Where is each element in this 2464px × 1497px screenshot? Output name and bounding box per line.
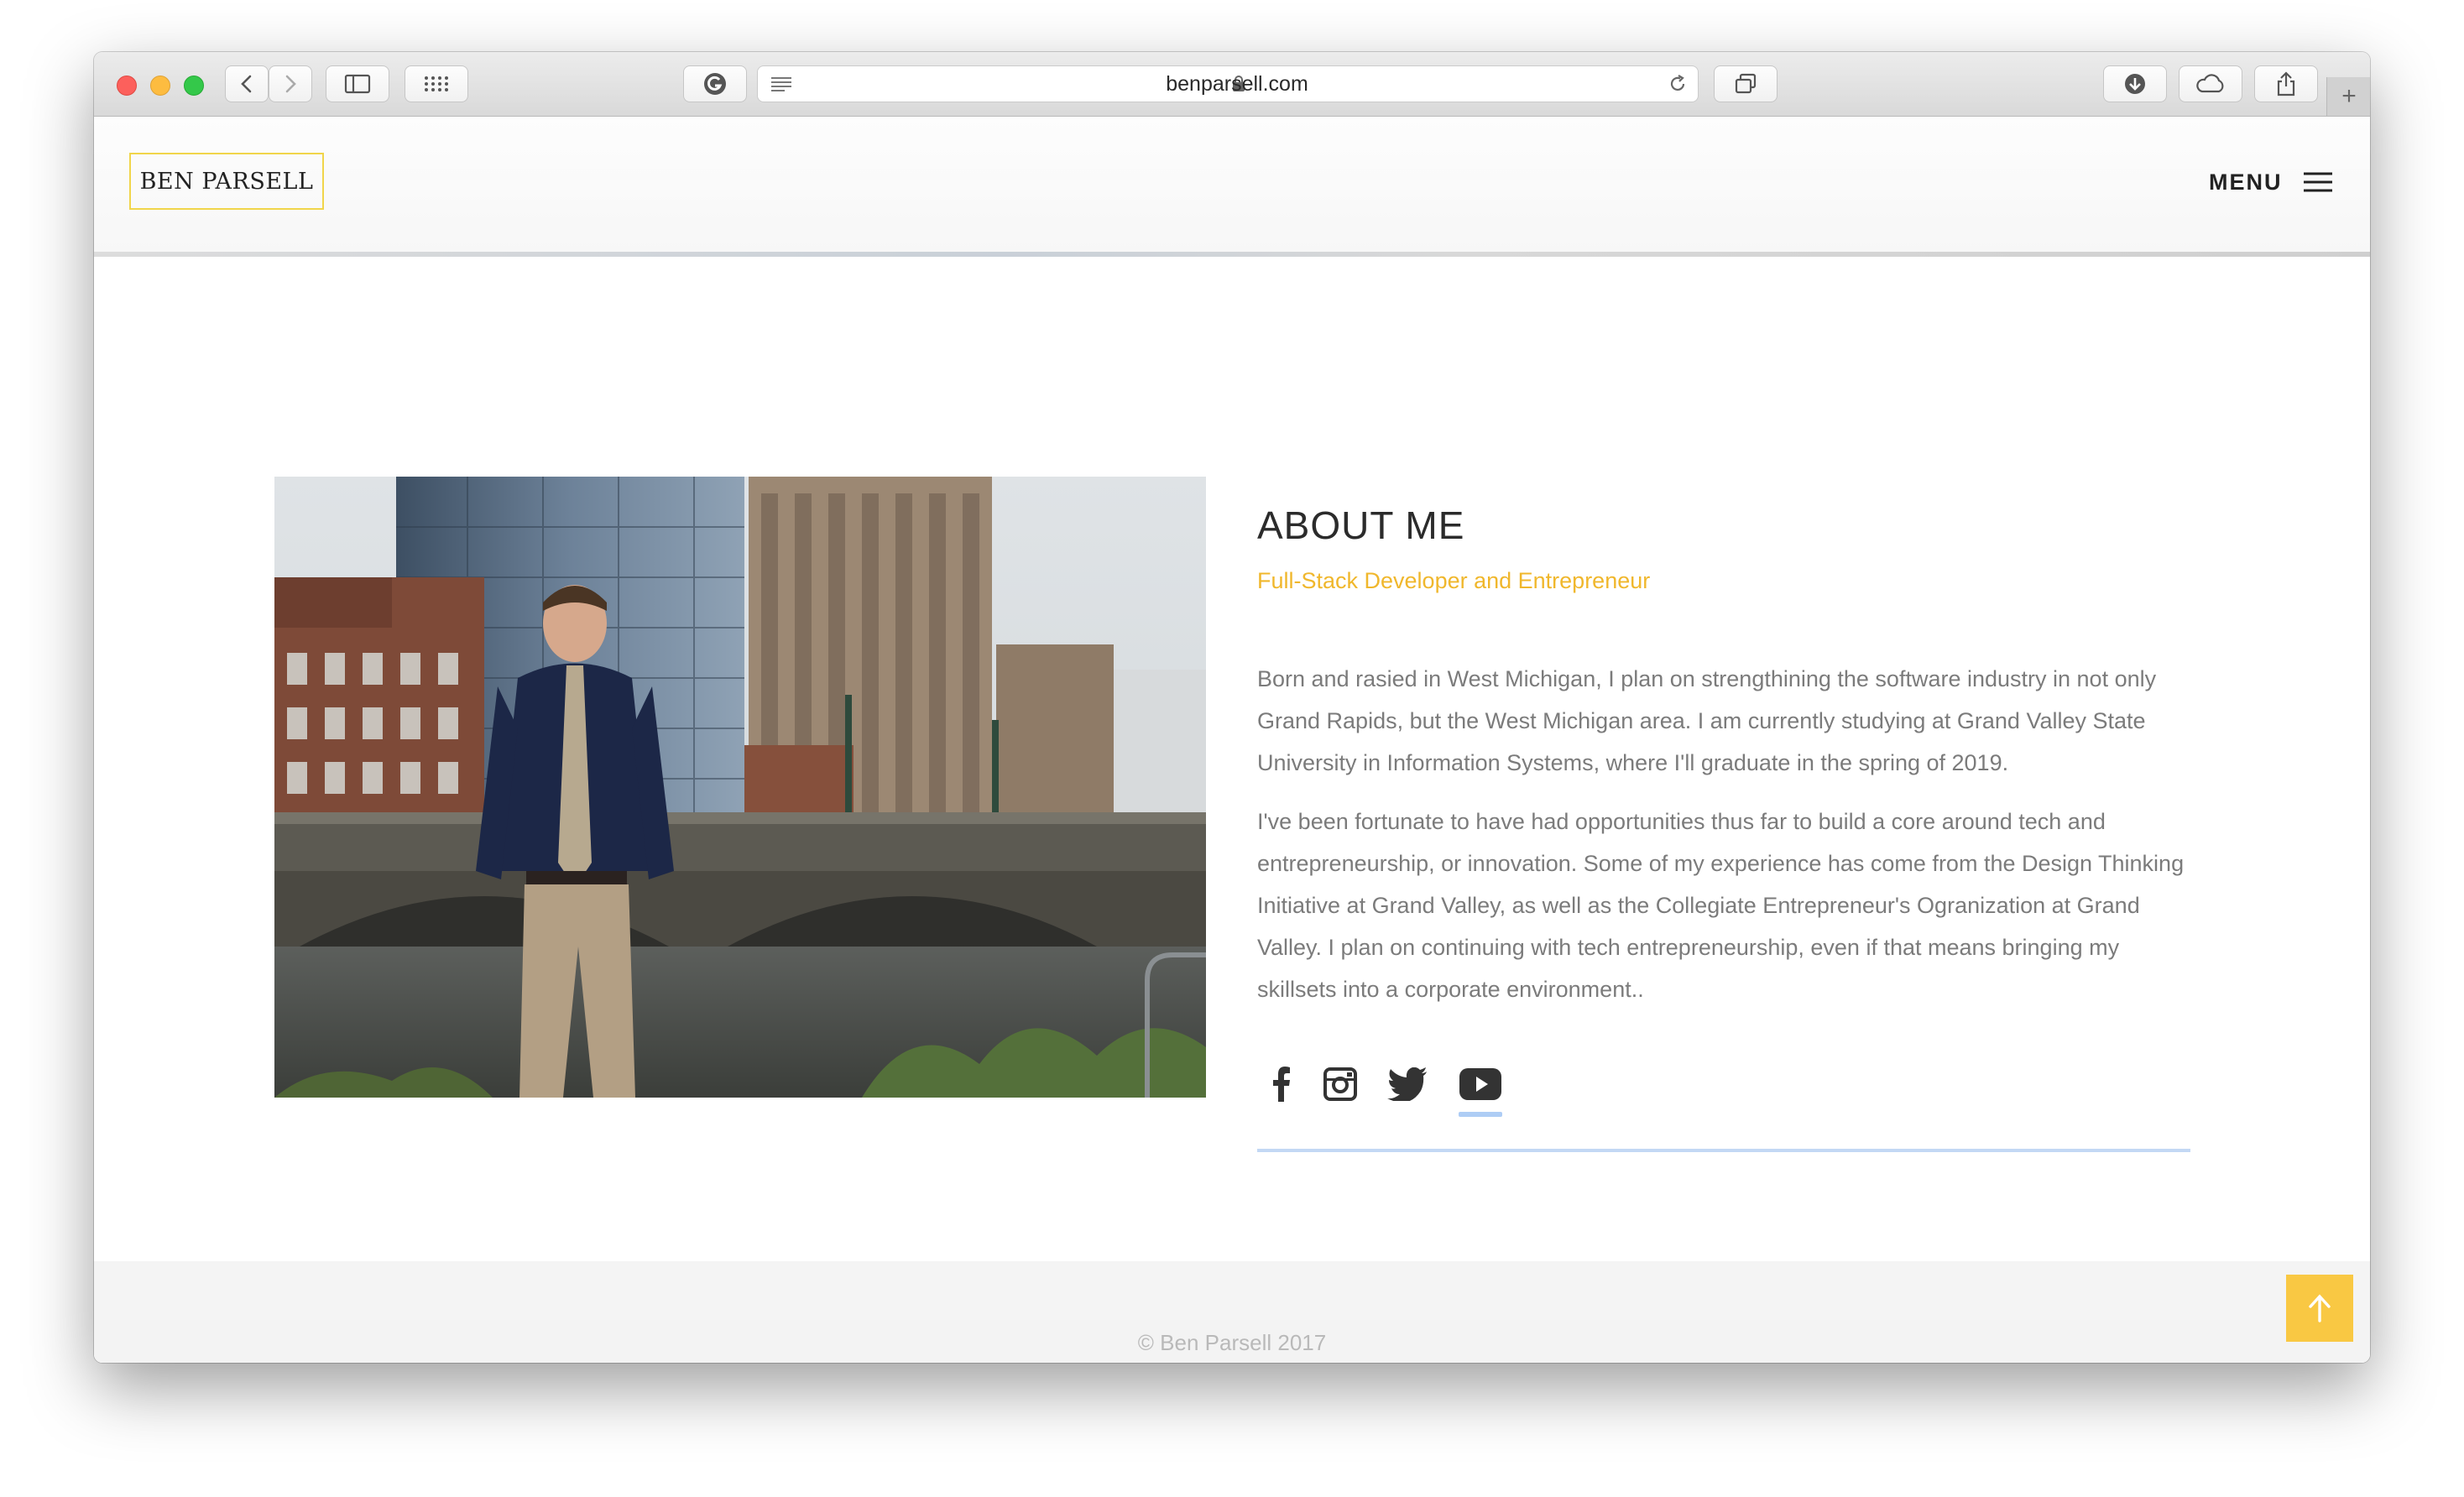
social-divider — [1257, 1149, 2190, 1152]
about-title: ABOUT ME — [1257, 503, 1465, 547]
site-logo[interactable]: BEN PARSELL — [129, 153, 324, 210]
grid-icon — [425, 76, 448, 91]
social-active-indicator — [1459, 1112, 1502, 1117]
about-section: ABOUT ME Full-Stack Developer and Entrep… — [1257, 503, 2197, 1010]
youtube-icon — [1459, 1068, 1501, 1100]
address-bar[interactable]: benparsell.com — [757, 65, 1699, 102]
profile-photo — [274, 477, 1206, 1098]
grammarly-icon — [704, 73, 726, 95]
chevron-right-icon — [285, 75, 296, 93]
new-tab-button[interactable]: + — [2326, 77, 2370, 116]
url-text: benparsell.com — [1166, 72, 1308, 96]
menu-label: MENU — [2209, 169, 2283, 195]
sidebar-icon — [344, 74, 371, 94]
web-page: BEN PARSELL MENU ABOUT ME Full-Stack Dev… — [94, 117, 2370, 1363]
download-icon — [2125, 74, 2145, 94]
site-header: BEN PARSELL MENU — [94, 117, 2370, 253]
zoom-window-button[interactable] — [184, 76, 204, 96]
share-button[interactable] — [2254, 65, 2318, 102]
instagram-link[interactable] — [1321, 1063, 1360, 1105]
footer-band — [94, 1261, 2370, 1320]
share-icon — [2277, 71, 2295, 96]
icloud-button[interactable] — [2179, 65, 2242, 102]
extension-button[interactable] — [683, 65, 747, 102]
about-subtitle: Full-Stack Developer and Entrepreneur — [1257, 568, 1651, 593]
back-button[interactable] — [225, 65, 269, 102]
reload-icon[interactable] — [1668, 74, 1688, 94]
minimize-window-button[interactable] — [150, 76, 170, 96]
sidebar-button[interactable] — [326, 65, 389, 102]
facebook-icon — [1273, 1067, 1290, 1102]
top-sites-button[interactable] — [405, 65, 468, 102]
twitter-link[interactable] — [1386, 1063, 1428, 1105]
scroll-to-top-button[interactable] — [2286, 1275, 2353, 1342]
facebook-link[interactable] — [1269, 1063, 1294, 1105]
chevron-left-icon — [241, 75, 252, 93]
downloads-button[interactable] — [2103, 65, 2167, 102]
instagram-icon — [1323, 1067, 1357, 1101]
youtube-link[interactable] — [1457, 1063, 1504, 1105]
hamburger-icon — [2303, 172, 2332, 192]
about-paragraph-1: Born and rasied in West Michigan, I plan… — [1257, 666, 2157, 775]
tabs-icon — [1735, 73, 1757, 94]
forward-button[interactable] — [269, 65, 312, 102]
menu-button[interactable]: MENU — [2209, 165, 2333, 199]
about-paragraph-2: I've been fortunate to have had opportun… — [1257, 809, 2185, 1002]
browser-window: benparsell.com + BEN PARSELL MENU ABOUT … — [94, 52, 2370, 1363]
close-window-button[interactable] — [117, 76, 137, 96]
arrow-up-icon — [2309, 1294, 2331, 1322]
tabs-overview-button[interactable] — [1714, 65, 1778, 102]
twitter-icon — [1387, 1067, 1427, 1101]
browser-toolbar: benparsell.com + — [94, 52, 2370, 117]
cloud-icon — [2196, 74, 2224, 93]
copyright-text: © Ben Parsell 2017 — [1137, 1330, 1327, 1355]
header-divider — [94, 252, 2370, 257]
